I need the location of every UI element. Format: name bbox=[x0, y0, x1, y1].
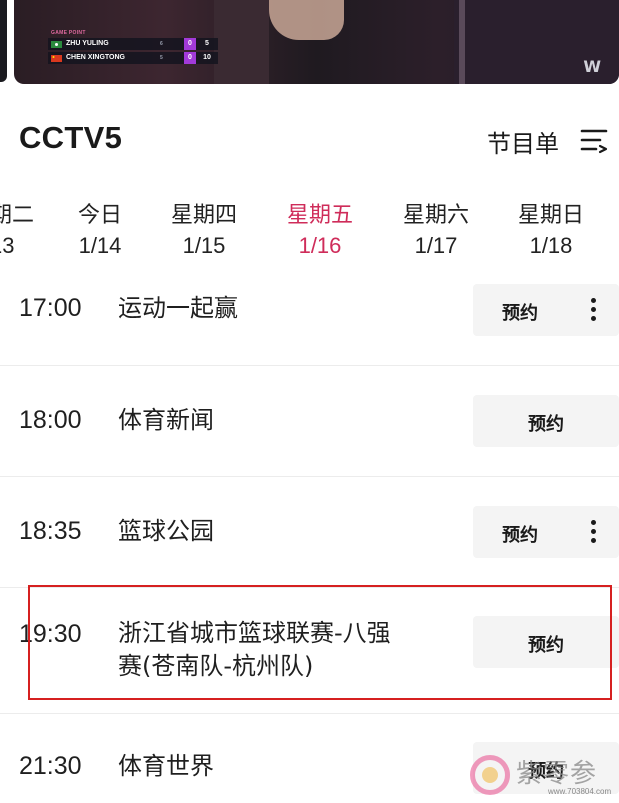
player-points: 10 bbox=[203, 54, 211, 61]
reserve-button[interactable]: 预约 bbox=[473, 395, 619, 447]
tab-saturday[interactable]: 星期六 1/17 bbox=[386, 200, 486, 260]
tab-day-name: 星期六 bbox=[402, 203, 469, 228]
tab-day-date: 1/16 bbox=[298, 233, 342, 258]
watermark-text: 紫零参 bbox=[516, 759, 598, 789]
flag-icon bbox=[51, 55, 62, 62]
watermark-logo-center-icon bbox=[482, 767, 498, 783]
video-player-figure bbox=[269, 0, 344, 40]
program-row[interactable]: 19:30 浙江省城市篮球联赛-八强 赛(苍南队-杭州队) 预约 bbox=[0, 588, 619, 714]
program-time: 21:30 bbox=[19, 752, 82, 780]
program-title: 运动一起赢 bbox=[118, 294, 238, 322]
video-frame[interactable]: W GAME POINT ZHU YULING 6 0 5 CHEN XINGT… bbox=[14, 0, 619, 84]
program-title: 浙江省城市篮球联赛-八强 bbox=[118, 619, 391, 647]
player-games: 0 bbox=[184, 38, 196, 50]
scoreboard-title: GAME POINT bbox=[51, 30, 86, 36]
program-title: 篮球公园 bbox=[118, 517, 214, 545]
tab-day-name: 期二 bbox=[0, 203, 35, 228]
program-time: 19:30 bbox=[19, 620, 82, 648]
program-row[interactable]: 18:35 篮球公园 预约 bbox=[0, 477, 619, 588]
schedule-label: 节目单 bbox=[487, 130, 559, 158]
scoreboard-overlay: GAME POINT ZHU YULING 6 0 5 CHEN XINGTON… bbox=[48, 30, 228, 68]
tab-day-date: 1/15 bbox=[182, 233, 226, 258]
reserve-button[interactable]: 预约 bbox=[473, 616, 619, 668]
day-tabs: 期二 13 今日 1/14 星期四 1/15 星期五 1/16 星期六 1/17… bbox=[0, 200, 619, 260]
program-row[interactable]: 18:00 体育新闻 预约 bbox=[0, 366, 619, 477]
schedule-menu-icon bbox=[580, 129, 608, 154]
page: W GAME POINT ZHU YULING 6 0 5 CHEN XINGT… bbox=[0, 0, 619, 803]
tab-friday[interactable]: 星期五 1/16 bbox=[270, 200, 370, 260]
video-backdrop-edge bbox=[459, 0, 465, 84]
tab-sunday[interactable]: 星期日 1/18 bbox=[501, 200, 601, 260]
schedule-button[interactable]: 节目单 bbox=[487, 122, 615, 158]
reserve-button[interactable]: 预约 bbox=[473, 506, 619, 558]
program-time: 18:35 bbox=[19, 517, 82, 545]
tab-day-date: 1/18 bbox=[529, 233, 573, 258]
reserve-button-label: 预约 bbox=[502, 525, 538, 546]
tab-day-name: 星期五 bbox=[286, 203, 353, 228]
player-serve-count: 6 bbox=[160, 41, 163, 47]
tab-thursday[interactable]: 星期四 1/15 bbox=[154, 200, 254, 260]
reserve-button-label: 预约 bbox=[528, 414, 564, 435]
program-title-line2: 赛(苍南队-杭州队) bbox=[118, 652, 314, 680]
program-row[interactable]: 17:00 运动一起赢 预约 bbox=[0, 270, 619, 366]
previous-video-thumbnail[interactable] bbox=[0, 0, 7, 82]
reserve-button-label: 预约 bbox=[502, 303, 538, 324]
program-title: 体育新闻 bbox=[118, 406, 214, 434]
player-name: ZHU YULING bbox=[66, 40, 109, 47]
tab-tuesday[interactable]: 期二 13 bbox=[0, 200, 40, 260]
scoreboard-row: CHEN XINGTONG 5 0 10 bbox=[48, 52, 218, 64]
video-player[interactable]: W GAME POINT ZHU YULING 6 0 5 CHEN XINGT… bbox=[0, 0, 619, 88]
watermark: 紫零参 www.703804.com bbox=[452, 747, 619, 803]
tab-day-name: 星期四 bbox=[170, 203, 237, 228]
reserve-button[interactable]: 预约 bbox=[473, 284, 619, 336]
player-name: CHEN XINGTONG bbox=[66, 54, 125, 61]
tab-day-date: 1/14 bbox=[78, 233, 122, 258]
tab-today[interactable]: 今日 1/14 bbox=[50, 200, 150, 260]
reserve-button-label: 预约 bbox=[528, 635, 564, 656]
more-options-icon[interactable] bbox=[589, 520, 597, 544]
player-games: 0 bbox=[184, 52, 196, 64]
tab-day-name: 今日 bbox=[77, 203, 122, 228]
program-title: 体育世界 bbox=[118, 752, 214, 780]
channel-title: CCTV5 bbox=[19, 120, 123, 155]
watermark-url: www.703804.com bbox=[548, 787, 612, 796]
tab-day-date: 1/17 bbox=[414, 233, 458, 258]
scoreboard-row: ZHU YULING 6 0 5 bbox=[48, 38, 218, 50]
wtt-logo: W bbox=[583, 57, 601, 76]
program-time: 18:00 bbox=[19, 406, 82, 434]
flag-icon bbox=[51, 41, 62, 48]
tab-day-name: 星期日 bbox=[517, 203, 584, 228]
more-options-icon[interactable] bbox=[589, 298, 597, 322]
player-serve-count: 5 bbox=[160, 55, 163, 61]
player-points: 5 bbox=[205, 40, 209, 47]
program-time: 17:00 bbox=[19, 294, 82, 322]
tab-day-date: 13 bbox=[0, 233, 15, 258]
